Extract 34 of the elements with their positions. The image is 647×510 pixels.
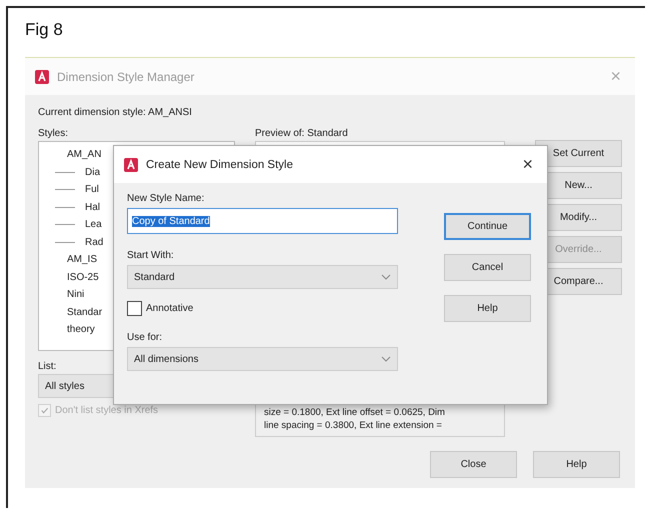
- style-item[interactable]: Dia: [75, 164, 100, 181]
- style-item[interactable]: Lea: [75, 216, 102, 234]
- figure-caption: Fig 8: [25, 20, 64, 41]
- description-text: line spacing = 0.3800, Ext line extension =: [264, 419, 443, 432]
- current-style-label: Current dimension style: AM_ANSI: [38, 107, 193, 118]
- use-for-label: Use for:: [127, 332, 164, 343]
- start-with-dropdown[interactable]: Standard: [127, 265, 398, 289]
- annotative-label: Annotative: [146, 303, 194, 314]
- annotative-checkbox[interactable]: [127, 301, 142, 316]
- caret-icon: [381, 356, 391, 362]
- xref-checkbox-label: Don't list styles in Xrefs: [55, 405, 158, 416]
- style-item[interactable]: Rad: [75, 234, 104, 251]
- list-label: List:: [38, 361, 58, 372]
- style-item[interactable]: Hal: [75, 198, 100, 216]
- checkmark-icon: [40, 406, 49, 415]
- app-icon: [124, 158, 138, 172]
- dialog-button[interactable]: Help: [444, 295, 531, 322]
- preview-label: Preview of: Standard: [255, 128, 349, 139]
- dialog-button[interactable]: Continue: [444, 213, 531, 240]
- style-name-field[interactable]: Copy of Standard: [127, 208, 398, 234]
- styles-label: Styles:: [38, 128, 70, 139]
- dialog-button[interactable]: Help: [533, 451, 620, 478]
- app-icon: [35, 70, 49, 84]
- description-text: size = 0.1800, Ext line offset = 0.0625, Dim: [264, 406, 446, 419]
- window-title: Dimension Style Manager: [57, 70, 196, 84]
- dialog-button[interactable]: Close: [430, 451, 517, 478]
- style-item[interactable]: Ful: [75, 181, 99, 198]
- use-for-dropdown[interactable]: All dimensions: [127, 347, 398, 371]
- start-with-label: Start With:: [127, 250, 175, 261]
- dialog-button[interactable]: Cancel: [444, 254, 531, 281]
- close-button[interactable]: ×: [518, 154, 537, 175]
- style-name-label: New Style Name:: [127, 193, 206, 204]
- caret-icon: [381, 274, 391, 280]
- dialog-title: Create New Dimension Style: [146, 158, 294, 170]
